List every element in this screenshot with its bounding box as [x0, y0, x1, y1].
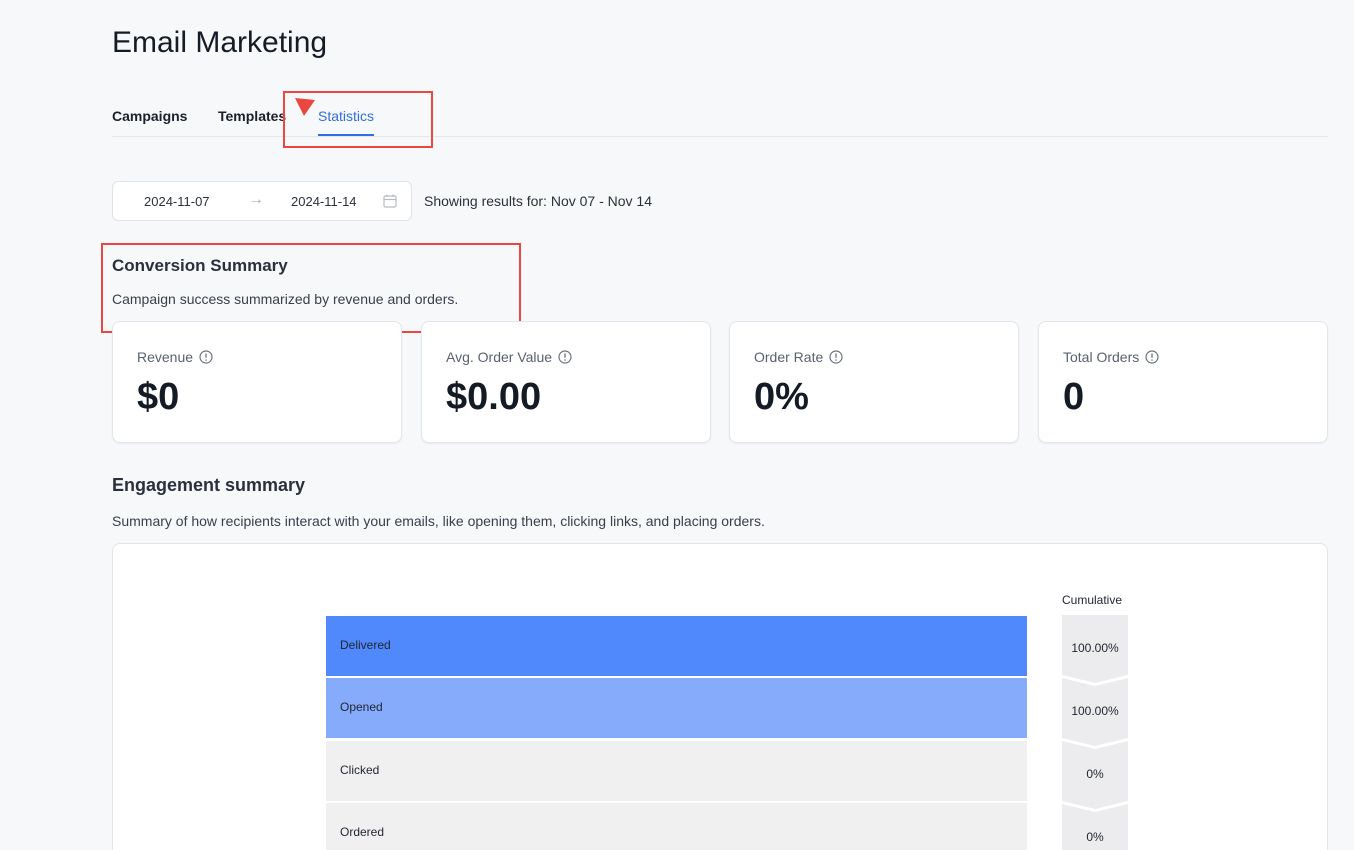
cumulative-value: 100.00% — [1071, 704, 1119, 718]
info-icon[interactable] — [829, 350, 843, 364]
cumulative-cell: 100.00% — [1062, 678, 1128, 746]
total-orders-label: Total Orders — [1063, 349, 1159, 365]
end-date-input[interactable]: 2024-11-14 — [291, 194, 357, 209]
engagement-summary-title: Engagement summary — [112, 475, 306, 495]
cumulative-cell: 0% — [1062, 804, 1128, 850]
page: Email Marketing Campaigns Templates Stat… — [0, 0, 1354, 850]
funnel-label: Opened — [340, 700, 383, 714]
results-range-text: Showing results for: Nov 07 - Nov 14 — [424, 193, 652, 209]
page-title: Email Marketing — [112, 26, 328, 59]
funnel-label: Clicked — [340, 763, 380, 777]
info-icon[interactable] — [199, 350, 213, 364]
arrow-right-icon: → — [248, 191, 264, 208]
order-rate-label: Order Rate — [754, 349, 843, 365]
avg-order-value-value: $0.00 — [446, 376, 542, 418]
date-range-picker[interactable]: 2024-11-07 → 2024-11-14 — [112, 181, 412, 221]
calendar-icon[interactable] — [383, 194, 397, 208]
info-icon[interactable] — [1145, 350, 1159, 364]
cumulative-cell: 0% — [1062, 741, 1128, 809]
funnel-bar-opened[interactable]: Opened — [326, 678, 1027, 738]
start-date-input[interactable]: 2024-11-07 — [144, 194, 210, 209]
funnel-bar-clicked[interactable]: Clicked — [326, 741, 1027, 801]
tab-campaigns[interactable]: Campaigns — [112, 108, 187, 124]
cumulative-value: 100.00% — [1071, 641, 1119, 655]
tab-templates[interactable]: Templates — [218, 108, 286, 124]
order-rate-value: 0% — [754, 376, 809, 418]
revenue-value: $0 — [137, 376, 180, 418]
cumulative-header: Cumulative — [1062, 593, 1123, 607]
funnel-label: Delivered — [340, 638, 391, 652]
funnel-bar-delivered[interactable]: Delivered — [326, 616, 1027, 676]
cumulative-cell: 100.00% — [1062, 615, 1128, 683]
revenue-card: Revenue $0 — [112, 321, 402, 443]
total-orders-value: 0 — [1063, 376, 1085, 418]
revenue-label: Revenue — [137, 349, 213, 365]
avg-order-value-label: Avg. Order Value — [446, 349, 572, 365]
conversion-summary-title: Conversion Summary — [112, 256, 288, 275]
order-rate-card: Order Rate 0% — [729, 321, 1019, 443]
total-orders-card: Total Orders 0 — [1038, 321, 1328, 443]
funnel-bar-ordered[interactable]: Ordered — [326, 803, 1027, 850]
cumulative-value: 0% — [1086, 767, 1104, 781]
tab-statistics[interactable]: Statistics — [318, 108, 375, 136]
cumulative-value: 0% — [1086, 830, 1104, 844]
avg-order-value-card: Avg. Order Value $0.00 — [421, 321, 711, 443]
conversion-summary-description: Campaign success summarized by revenue a… — [112, 291, 459, 307]
cursor-pointer-icon — [295, 98, 315, 116]
engagement-summary-description: Summary of how recipients interact with … — [112, 513, 765, 529]
funnel-label: Ordered — [340, 825, 385, 839]
info-icon[interactable] — [558, 350, 572, 364]
